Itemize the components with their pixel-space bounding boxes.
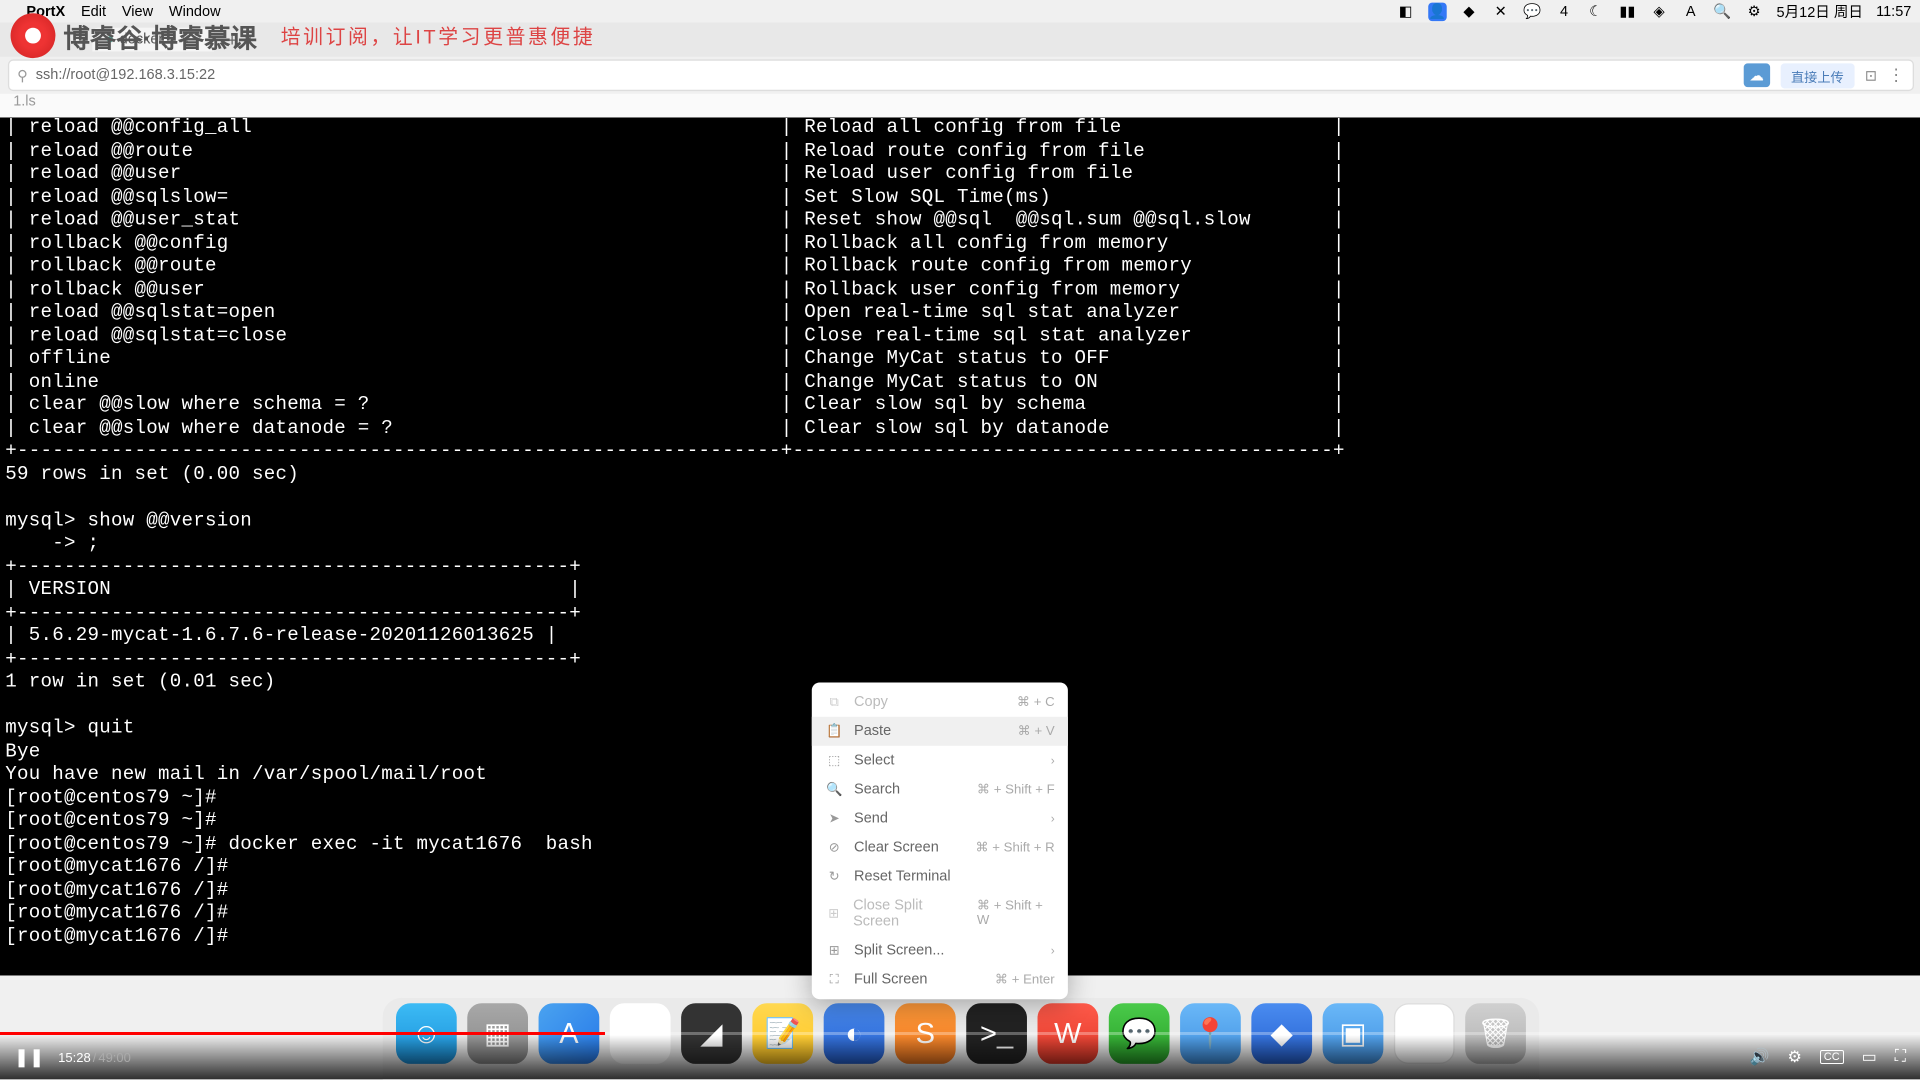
address-text[interactable]: ssh://root@192.168.3.15:22	[36, 67, 215, 83]
status-icon-3[interactable]: ◆	[1460, 2, 1478, 20]
menu-icon[interactable]: ⋮	[1888, 65, 1905, 86]
captions-button[interactable]: CC	[1820, 1050, 1844, 1064]
ctx-search[interactable]: 🔍 Search ⌘ + Shift + F	[812, 775, 1068, 804]
resize-icon[interactable]: ⊡	[1865, 67, 1877, 84]
badge-count: 4	[1555, 2, 1573, 20]
ctx-shortcut: ⌘ + Shift + R	[975, 840, 1054, 855]
ctx-icon: ⧉	[825, 695, 843, 710]
current-time: 15:28	[58, 1050, 91, 1065]
ctx-icon: ↻	[825, 869, 843, 884]
ctx-icon: 🔍	[825, 782, 843, 797]
ctx-split-screen-[interactable]: ⊞ Split Screen... ›	[812, 936, 1068, 965]
ctx-icon: ⊘	[825, 840, 843, 855]
path-bar: 1.ls	[0, 94, 1920, 118]
ctx-icon: ⬚	[825, 753, 843, 768]
upload-button[interactable]: 直接上传	[1780, 63, 1854, 88]
control-center-icon[interactable]: ⚙	[1745, 2, 1763, 20]
ctx-shortcut: ⌘ + Shift + W	[977, 899, 1055, 928]
ctx-reset-terminal[interactable]: ↻ Reset Terminal	[812, 862, 1068, 891]
ctx-send[interactable]: ➤ Send ›	[812, 804, 1068, 833]
ctx-clear-screen[interactable]: ⊘ Clear Screen ⌘ + Shift + R	[812, 833, 1068, 862]
ctx-label: Split Screen...	[854, 942, 944, 958]
chevron-right-icon: ›	[1051, 812, 1055, 825]
ctx-label: Select	[854, 752, 894, 768]
wechat-icon[interactable]: 💬	[1523, 2, 1541, 20]
ctx-label: Reset Terminal	[854, 869, 951, 885]
volume-icon[interactable]: 🔊	[1750, 1047, 1770, 1067]
ctx-label: Send	[854, 810, 888, 826]
ctx-icon: ⛶	[825, 972, 843, 987]
ctx-copy: ⧉ Copy ⌘ + C	[812, 688, 1068, 717]
logo-icon	[11, 13, 56, 58]
ctx-label: Close Split Screen	[853, 898, 966, 930]
ctx-shortcut: ⌘ + C	[1017, 695, 1055, 710]
fullscreen-icon[interactable]: ⛶	[1895, 1048, 1906, 1066]
date-display[interactable]: 5月12日 周日	[1777, 1, 1863, 22]
search-icon[interactable]: 🔍	[1713, 2, 1731, 20]
ctx-icon: ⊞	[825, 943, 843, 958]
time-display[interactable]: 11:57	[1876, 3, 1911, 19]
ctx-label: Clear Screen	[854, 840, 939, 856]
watermark-text: 博睿谷·博睿慕课	[63, 17, 257, 55]
watermark-tagline: 培训订阅，让IT学习更普惠便捷	[281, 22, 596, 50]
ctx-close-split-screen: ⊞ Close Split Screen ⌘ + Shift + W	[812, 891, 1068, 936]
address-bar: ⚲ ssh://root@192.168.3.15:22 ☁ 直接上传 ⊡ ⋮	[8, 59, 1914, 91]
ctx-full-screen[interactable]: ⛶ Full Screen ⌘ + Enter	[812, 965, 1068, 994]
video-player-controls: ❚❚ 15:28/49:00 🔊 ⚙ CC ▭ ⛶	[0, 1035, 1920, 1079]
time-display: 15:28/49:00	[58, 1050, 131, 1065]
status-icon-4[interactable]: ✕	[1491, 2, 1509, 20]
duration: 49:00	[98, 1050, 131, 1065]
ctx-label: Paste	[854, 723, 891, 739]
battery-icon[interactable]: ▮▮	[1618, 2, 1636, 20]
settings-icon[interactable]: ⚙	[1787, 1047, 1801, 1067]
ctx-shortcut: ⌘ + V	[1018, 724, 1055, 739]
ctx-label: Search	[854, 781, 900, 797]
input-icon[interactable]: A	[1681, 2, 1699, 20]
wifi-icon[interactable]: ◈	[1650, 2, 1668, 20]
chevron-right-icon: ›	[1051, 754, 1055, 767]
pause-button[interactable]: ❚❚	[14, 1047, 44, 1068]
chevron-right-icon: ›	[1051, 944, 1055, 957]
ctx-icon: ⊞	[825, 906, 843, 921]
ctx-label: Copy	[854, 694, 888, 710]
moon-icon[interactable]: ☾	[1586, 2, 1604, 20]
theater-icon[interactable]: ▭	[1862, 1047, 1877, 1067]
ctx-icon: 📋	[825, 724, 843, 739]
ctx-paste[interactable]: 📋 Paste ⌘ + V	[812, 717, 1068, 746]
watermark: 博睿谷·博睿慕课 培训订阅，让IT学习更普惠便捷	[11, 13, 596, 58]
ctx-shortcut: ⌘ + Shift + F	[977, 782, 1055, 797]
ssh-icon: ⚲	[17, 67, 28, 84]
cloud-icon[interactable]: ☁	[1743, 63, 1769, 87]
ctx-label: Full Screen	[854, 972, 927, 988]
context-menu: ⧉ Copy ⌘ + C 📋 Paste ⌘ + V ⬚ Select › 🔍 Search ⌘ + …	[812, 682, 1068, 999]
status-icon-1[interactable]: ◧	[1396, 2, 1414, 20]
ctx-shortcut: ⌘ + Enter	[995, 972, 1055, 987]
status-icon-2[interactable]: 👤	[1428, 2, 1446, 20]
ctx-select[interactable]: ⬚ Select ›	[812, 746, 1068, 775]
ctx-icon: ➤	[825, 811, 843, 826]
